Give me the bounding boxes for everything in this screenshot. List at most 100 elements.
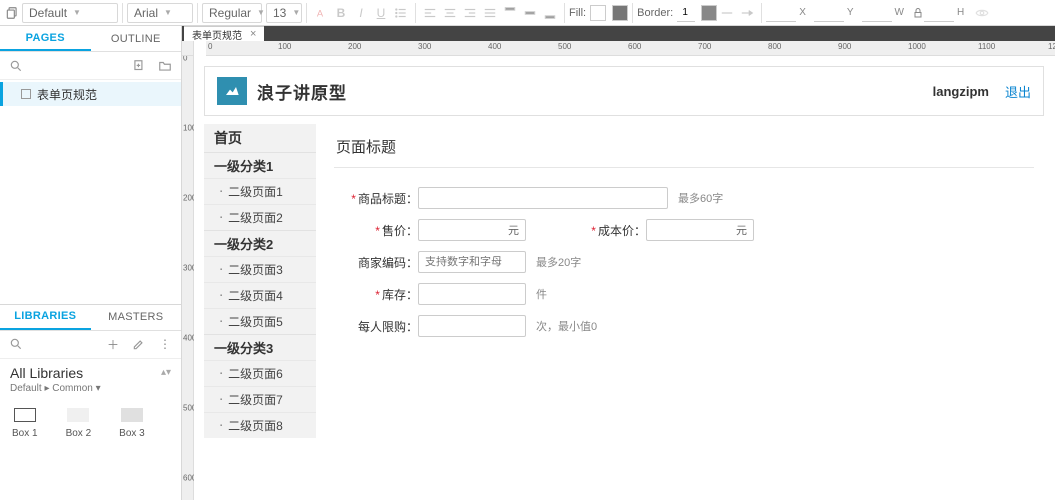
search-icon[interactable]	[6, 56, 26, 76]
tab-libraries[interactable]: LIBRARIES	[0, 305, 91, 330]
doc-tab[interactable]: 表单页规范 ×	[184, 26, 264, 41]
font-family-value: Arial	[134, 6, 158, 20]
lib-title: All Libraries	[10, 365, 83, 381]
edit-icon[interactable]	[129, 334, 149, 354]
stock-input[interactable]	[418, 283, 526, 305]
chevron-down-icon: ▼	[292, 8, 300, 17]
sidebar-item[interactable]: 二级页面8	[204, 412, 316, 438]
price-input[interactable]: 元	[418, 219, 526, 241]
proto-sidebar: 首页一级分类1二级页面1二级页面2一级分类2二级页面3二级页面4二级页面5一级分…	[204, 124, 316, 438]
libraries-search-input[interactable]	[32, 335, 97, 353]
border-color-swatch[interactable]	[701, 5, 717, 21]
chevron-updown-icon[interactable]: ▴▾	[161, 367, 171, 378]
font-size-select[interactable]: 13 ▼	[266, 3, 302, 23]
shape-label: Box 2	[66, 428, 92, 439]
lib-breadcrumb[interactable]: Default ▸ Common ▾	[0, 383, 181, 400]
page-item[interactable]: 表单页规范	[0, 82, 181, 106]
tab-masters[interactable]: MASTERS	[91, 305, 182, 330]
border-style-icon[interactable]	[717, 3, 737, 23]
underline-icon[interactable]: U	[371, 3, 391, 23]
lock-icon[interactable]	[912, 3, 924, 23]
field-label: 商家编码	[334, 254, 418, 271]
svg-text:A: A	[317, 8, 324, 18]
align-right-icon[interactable]	[460, 3, 480, 23]
menu-icon[interactable]: ⋮	[155, 334, 175, 354]
visibility-icon[interactable]	[972, 3, 992, 23]
product-name-input[interactable]	[418, 187, 668, 209]
sidebar-item[interactable]: 二级页面7	[204, 386, 316, 412]
field-hint: 最多20字	[536, 254, 581, 270]
pos-y-input[interactable]	[814, 4, 844, 22]
left-panel: PAGES OUTLINE 表单页规范 LIBRARIES MASTERS ＋	[0, 26, 182, 500]
logo-icon	[217, 77, 247, 105]
close-icon[interactable]: ×	[250, 28, 256, 40]
sidebar-item[interactable]: 二级页面3	[204, 256, 316, 282]
valign-top-icon[interactable]	[500, 3, 520, 23]
ruler-corner	[182, 41, 194, 56]
page-icon	[21, 89, 31, 99]
text-color-icon[interactable]: A	[311, 3, 331, 23]
border-width-input[interactable]	[677, 4, 695, 22]
style-select[interactable]: Default ▼	[22, 3, 118, 23]
logout-link[interactable]: 退出	[1005, 82, 1031, 101]
add-icon[interactable]: ＋	[103, 334, 123, 354]
italic-icon[interactable]: I	[351, 3, 371, 23]
sidebar-item[interactable]: 一级分类1	[204, 152, 316, 178]
pos-x-label: X	[799, 7, 806, 18]
add-page-icon[interactable]	[129, 56, 149, 76]
fill-swatch-2[interactable]	[612, 5, 628, 21]
bullet-list-icon[interactable]	[391, 3, 411, 23]
shape-box2[interactable]: Box 2	[66, 408, 92, 439]
proto-header: 浪子讲原型 langzipm 退出	[204, 66, 1044, 116]
field-label: *商品标题	[334, 190, 418, 207]
font-weight-select[interactable]: Regular▼	[202, 3, 262, 23]
pos-h-input[interactable]	[924, 4, 954, 22]
align-left-icon[interactable]	[420, 3, 440, 23]
pages-tabs: PAGES OUTLINE	[0, 26, 181, 52]
horizontal-ruler: 0100200300400500600700800900100011001200	[206, 41, 1055, 56]
sidebar-item[interactable]: 一级分类3	[204, 334, 316, 360]
sidebar-item[interactable]: 二级页面1	[204, 178, 316, 204]
sidebar-item[interactable]: 二级页面2	[204, 204, 316, 230]
field-hint: 次，最小值0	[536, 318, 597, 334]
align-justify-icon[interactable]	[480, 3, 500, 23]
limit-input[interactable]	[418, 315, 526, 337]
sidebar-item[interactable]: 首页	[204, 124, 316, 152]
field-label: *售价	[334, 222, 418, 239]
shape-box3[interactable]: Box 3	[119, 408, 145, 439]
pos-w-input[interactable]	[862, 4, 892, 22]
shape-label: Box 1	[12, 428, 38, 439]
pages-search-input[interactable]	[32, 57, 123, 75]
sku-input[interactable]	[418, 251, 526, 273]
canvas-area: 表单页规范 × 01002003004005006007008009001000…	[182, 26, 1055, 500]
align-center-icon[interactable]	[440, 3, 460, 23]
cost-input[interactable]: 元	[646, 219, 754, 241]
valign-bottom-icon[interactable]	[540, 3, 560, 23]
font-family-select[interactable]: Arial ▼	[127, 3, 193, 23]
proto-form: 页面标题 *商品标题 最多60字 *售价 元 *成本价 元	[334, 130, 1034, 342]
copy-icon[interactable]	[2, 3, 22, 23]
bold-icon[interactable]: B	[331, 3, 351, 23]
tab-outline[interactable]: OUTLINE	[91, 26, 182, 51]
sidebar-item[interactable]: 二级页面5	[204, 308, 316, 334]
shape-box1[interactable]: Box 1	[12, 408, 38, 439]
canvas[interactable]: 浪子讲原型 langzipm 退出 首页一级分类1二级页面1二级页面2一级分类2…	[194, 56, 1055, 500]
pos-x-input[interactable]	[766, 4, 796, 22]
field-label: *成本价	[526, 222, 646, 239]
sidebar-item[interactable]: 二级页面6	[204, 360, 316, 386]
tab-pages[interactable]: PAGES	[0, 26, 91, 51]
sidebar-item[interactable]: 一级分类2	[204, 230, 316, 256]
chevron-down-icon: ▼	[257, 8, 265, 17]
chevron-down-icon: ▼	[164, 8, 172, 17]
libraries-panel: LIBRARIES MASTERS ＋ ⋮ All Libraries ▴▾ D…	[0, 304, 181, 500]
search-icon[interactable]	[6, 334, 26, 354]
add-folder-icon[interactable]	[155, 56, 175, 76]
style-select-value: Default	[29, 6, 67, 20]
fill-swatch[interactable]	[590, 5, 606, 21]
valign-middle-icon[interactable]	[520, 3, 540, 23]
border-arrow-icon[interactable]	[737, 3, 757, 23]
font-size-value: 13	[273, 6, 286, 20]
field-label: *库存	[334, 286, 418, 303]
chevron-down-icon: ▼	[73, 8, 81, 17]
sidebar-item[interactable]: 二级页面4	[204, 282, 316, 308]
